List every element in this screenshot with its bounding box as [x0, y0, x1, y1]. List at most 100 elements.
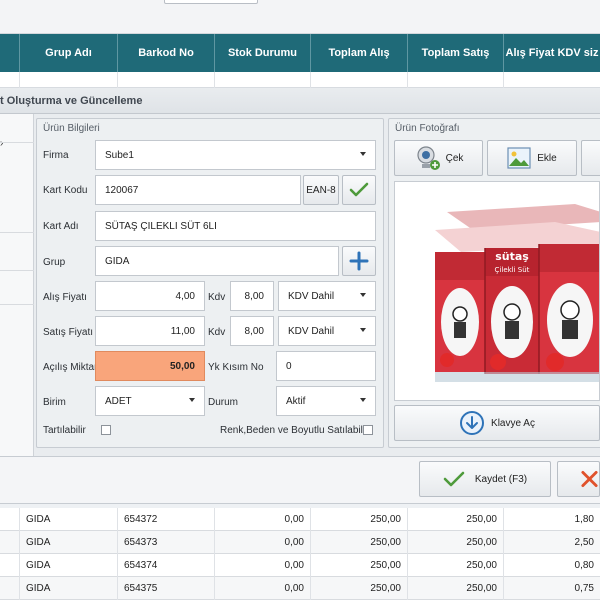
satis-kdv-type-value: KDV Dahil: [288, 325, 335, 337]
close-icon: [581, 470, 598, 488]
grid-col-toplam-alis[interactable]: Toplam Alış: [311, 34, 408, 72]
webcam-icon: [416, 146, 440, 170]
collapse-arrow-icon[interactable]: ›: [0, 138, 3, 149]
product-label: Çilekli Süt: [495, 266, 530, 274]
grup-input[interactable]: GIDA: [95, 246, 339, 276]
keyboard-open-button[interactable]: Klavye Aç: [394, 405, 600, 441]
cell-satis: 250,00: [408, 577, 504, 600]
save-label: Kaydet (F3): [474, 473, 528, 485]
cell-grup: GIDA: [20, 531, 118, 554]
cell-fiyat: 0,75: [574, 583, 594, 594]
birim-label: Birim: [43, 397, 66, 408]
alis-fiyati-label: Alış Fiyatı: [43, 292, 87, 303]
ean8-button[interactable]: EAN-8: [303, 175, 339, 205]
cell-fiyat: 1,80: [574, 514, 594, 525]
brand-label: sütaş: [495, 250, 529, 263]
cell-stok: 0,00: [215, 508, 311, 531]
chevron-down-icon: [360, 398, 366, 402]
photo-extra-button[interactable]: [581, 140, 600, 176]
durum-select[interactable]: Aktif: [276, 386, 376, 416]
cell-stok: 0,00: [215, 577, 311, 600]
cell-alis: 250,00: [311, 508, 408, 531]
add-photo-button[interactable]: Ekle: [487, 140, 577, 176]
grid-col-alis-fiyat[interactable]: Alış Fiyat KDV siz: [504, 34, 600, 72]
check-icon: [443, 471, 465, 487]
cell-alis: 250,00: [311, 577, 408, 600]
image-icon: [507, 147, 531, 169]
confirm-button[interactable]: [342, 175, 376, 205]
save-button[interactable]: Kaydet (F3): [419, 461, 551, 497]
cell-barkod: 654375: [118, 577, 215, 600]
durum-label: Durum: [208, 397, 239, 408]
cell-alis: 250,00: [311, 531, 408, 554]
cancel-button[interactable]: [557, 461, 600, 497]
cell-fiyat: 2,50: [574, 537, 594, 548]
kart-kodu-label: Kart Kodu: [43, 185, 88, 196]
firma-select[interactable]: Sube1: [95, 140, 376, 170]
klavye-label: Klavye Aç: [491, 417, 535, 429]
alis-kdv-type-value: KDV Dahil: [288, 290, 335, 302]
table-row[interactable]: GIDA 654373 0,00 250,00 250,00 2,50: [0, 531, 600, 554]
grid-col-toplam-satis[interactable]: Toplam Satış: [408, 34, 504, 72]
grid-col-stok-durumu[interactable]: Stok Durumu: [215, 34, 311, 72]
grup-label: Grup: [43, 257, 66, 268]
grid-col-barkod-no[interactable]: Barkod No: [118, 34, 215, 72]
chevron-down-icon: [360, 328, 366, 332]
kart-adi-input[interactable]: SÜTAŞ ÇILEKLI SÜT 6LI: [95, 211, 376, 241]
tartilabilir-label: Tartılabilir: [43, 425, 86, 436]
alis-kdv-input[interactable]: 8,00: [230, 281, 274, 311]
cell-barkod: 654374: [118, 554, 215, 577]
cell-satis: 250,00: [408, 508, 504, 531]
cell-grup: GIDA: [20, 508, 118, 531]
cell-grup: GIDA: [20, 554, 118, 577]
grid-rows: GIDA 654372 0,00 250,00 250,00 1,80 GIDA…: [0, 508, 600, 600]
satis-kdv-input[interactable]: 8,00: [230, 316, 274, 346]
cell-satis: 250,00: [408, 531, 504, 554]
grid-header: Grup Adı Barkod No Stok Durumu Toplam Al…: [0, 34, 600, 72]
durum-value: Aktif: [286, 395, 306, 407]
satis-fiyati-input[interactable]: 11,00: [95, 316, 205, 346]
renk-beden-checkbox[interactable]: [363, 425, 373, 435]
cek-label: Çek: [445, 152, 464, 164]
satis-kdv-type-select[interactable]: KDV Dahil: [278, 316, 376, 346]
camera-capture-button[interactable]: Çek: [394, 140, 483, 176]
cell-fiyat: 0,80: [574, 560, 594, 571]
check-icon: [349, 182, 369, 197]
product-photo-title: Ürün Fotoğrafı: [395, 123, 460, 134]
acilis-miktar-input[interactable]: 50,00: [95, 351, 205, 381]
birim-select[interactable]: ADET: [95, 386, 205, 416]
satis-kdv-label: Kdv: [208, 327, 226, 338]
table-row[interactable]: GIDA 654375 0,00 250,00 250,00 0,75: [0, 577, 600, 600]
chevron-down-icon: [189, 398, 195, 402]
table-row[interactable]: GIDA 654374 0,00 250,00 250,00 0,80: [0, 554, 600, 577]
table-row[interactable]: GIDA 654372 0,00 250,00 250,00 1,80: [0, 508, 600, 531]
kart-kodu-input[interactable]: 120067: [95, 175, 301, 205]
chevron-down-icon: [360, 152, 366, 156]
grid-col-grup-adi[interactable]: Grup Adı: [20, 34, 118, 72]
ekle-label: Ekle: [537, 152, 557, 164]
yk-kisim-label: Yk Kısım No: [208, 362, 264, 373]
add-group-button[interactable]: [342, 246, 376, 276]
plus-icon: [349, 251, 369, 271]
alis-kdv-type-select[interactable]: KDV Dahil: [278, 281, 376, 311]
alis-fiyati-input[interactable]: 4,00: [95, 281, 205, 311]
acilis-miktar-label: Açılış Miktar: [43, 362, 98, 373]
cell-grup: GIDA: [20, 577, 118, 600]
chevron-down-icon: [360, 293, 366, 297]
dialog-title: t Oluşturma ve Güncelleme: [0, 88, 600, 114]
cell-satis: 250,00: [408, 554, 504, 577]
tartilabilir-checkbox[interactable]: [101, 425, 111, 435]
arrow-down-circle-icon: [460, 411, 485, 435]
yk-kisim-input[interactable]: 0: [276, 351, 376, 381]
birim-value: ADET: [105, 395, 132, 407]
top-tab-stub[interactable]: [164, 0, 258, 4]
left-panel-strip: ›: [0, 114, 34, 456]
renk-beden-label: Renk,Beden ve Boyutlu Satılabilir: [220, 425, 369, 436]
cell-stok: 0,00: [215, 554, 311, 577]
satis-fiyati-label: Satış Fiyatı: [43, 327, 94, 338]
cell-stok: 0,00: [215, 531, 311, 554]
cell-alis: 250,00: [311, 554, 408, 577]
grid-col-blank: [0, 34, 20, 72]
firma-label: Firma: [43, 150, 69, 161]
kart-adi-label: Kart Adı: [43, 221, 79, 232]
